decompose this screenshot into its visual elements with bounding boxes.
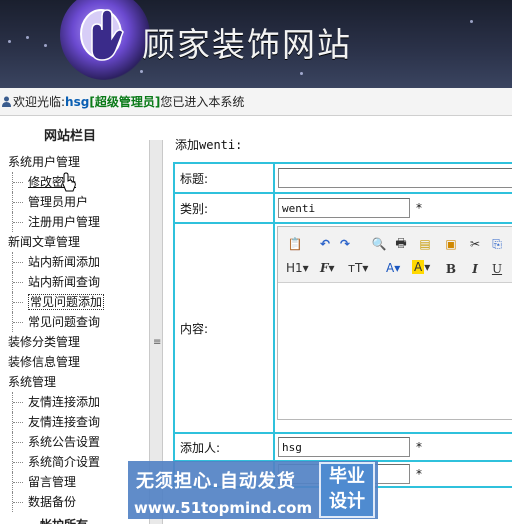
sidebar-footer-text: 帐护所有 <box>40 516 88 524</box>
cut-icon[interactable]: ✂ <box>466 235 484 253</box>
sidebar-item-messages[interactable]: 留言管理 <box>12 472 76 492</box>
mouse-pointer-icon <box>62 172 76 192</box>
tree-connector <box>12 452 26 472</box>
page-title: 添加wenti: <box>175 138 243 152</box>
font-color-dropdown[interactable]: A▾ <box>386 261 400 275</box>
title-label: 标题: <box>175 164 275 192</box>
bold-button[interactable]: B <box>442 260 460 278</box>
tree-connector <box>12 432 26 452</box>
category-label: 类别: <box>175 194 275 222</box>
site-banner: 顾家装饰网站 <box>0 0 512 88</box>
tree-connector <box>12 292 26 312</box>
watermark-url: www.51topmind.com <box>134 499 313 517</box>
tree-connector <box>12 312 26 332</box>
tree-connector <box>12 212 26 232</box>
splitter-grip-icon: ≡ <box>153 337 162 348</box>
required-mark: * <box>416 440 422 454</box>
welcome-prefix: 欢迎光临: <box>13 95 66 109</box>
rich-text-editor[interactable]: 📋 ↶ ↷ 🔍 🖶 ▤ ▣ ✂ ⎘ H1▾ F▾ тT▾ A▾ A ▾ B I … <box>277 226 512 420</box>
tree-connector <box>12 192 26 212</box>
sidebar-item-link-add[interactable]: 友情连接添加 <box>12 392 100 412</box>
welcome-suffix: 您已进入本系统 <box>160 95 245 109</box>
sidebar-group-news[interactable]: 新闻文章管理 <box>8 232 80 252</box>
sidebar-item-intro[interactable]: 系统简介设置 <box>12 452 100 472</box>
preview-icon[interactable]: 🔍 <box>370 235 388 253</box>
category-input[interactable]: wenti <box>278 198 410 218</box>
code-icon[interactable]: ▣ <box>442 235 460 253</box>
heading-dropdown[interactable]: H1▾ <box>286 261 309 275</box>
italic-button[interactable]: I <box>466 260 484 278</box>
welcome-bar: 欢迎光临: hsg [超级管理员] 您已进入本系统 <box>0 88 512 116</box>
content-label: 内容: <box>175 224 275 432</box>
sidebar-item-news-query[interactable]: 站内新闻查询 <box>12 272 100 292</box>
required-mark: * <box>416 467 422 481</box>
editor-body[interactable] <box>278 283 512 419</box>
adder-row: 添加人: hsg * <box>175 434 512 462</box>
tree-connector <box>12 492 26 512</box>
template-icon[interactable]: ▤ <box>416 235 434 253</box>
sidebar-group-decor-category[interactable]: 装修分类管理 <box>8 332 80 352</box>
adder-input[interactable]: hsg <box>278 437 410 457</box>
editor-toolbar: 📋 ↶ ↷ 🔍 🖶 ▤ ▣ ✂ ⎘ H1▾ F▾ тT▾ A▾ A ▾ B I … <box>278 227 512 283</box>
tree-connector <box>12 412 26 432</box>
tree-connector <box>12 172 26 192</box>
sidebar-heading: 网站栏目 <box>43 129 96 144</box>
highlight-color-dropdown[interactable]: A ▾ <box>412 260 430 274</box>
content-row: 内容: 📋 ↶ ↷ 🔍 🖶 ▤ ▣ ✂ ⎘ H1▾ F▾ тT▾ A▾ A ▾ … <box>175 224 512 434</box>
watermark-banner: 无须担心.自动发货 www.51topmind.com 毕业 设计 <box>128 461 378 519</box>
underline-button[interactable]: U <box>488 260 506 278</box>
tree-connector <box>12 272 26 292</box>
tree-connector <box>12 252 26 272</box>
mouse-hand-logo-icon <box>80 9 124 61</box>
required-mark: * <box>416 201 422 215</box>
user-icon <box>2 96 11 107</box>
source-icon[interactable]: 📋 <box>286 235 304 253</box>
sidebar-item-link-query[interactable]: 友情连接查询 <box>12 412 100 432</box>
sidebar-group-system[interactable]: 系统管理 <box>8 372 56 392</box>
sidebar-item-news-add[interactable]: 站内新闻添加 <box>12 252 100 272</box>
sidebar-item-admin-users[interactable]: 管理员用户 <box>12 192 88 212</box>
site-title: 顾家装饰网站 <box>142 25 352 64</box>
tree-connector <box>12 392 26 412</box>
print-icon[interactable]: 🖶 <box>392 235 410 253</box>
welcome-username: hsg <box>65 94 90 109</box>
sidebar-item-faq-query[interactable]: 常见问题查询 <box>12 312 100 332</box>
watermark-slogan: 无须担心.自动发货 <box>136 471 296 492</box>
add-faq-form: 标题: 类别: wenti * 内容: 📋 ↶ ↷ 🔍 🖶 ▤ ▣ ✂ ⎘ H1… <box>173 162 512 488</box>
adder-label: 添加人: <box>175 434 275 460</box>
sidebar-item-registered-users[interactable]: 注册用户管理 <box>12 212 100 232</box>
font-family-dropdown[interactable]: F▾ <box>320 261 335 275</box>
font-size-dropdown[interactable]: тT▾ <box>348 261 368 275</box>
copy-icon[interactable]: ⎘ <box>488 235 506 253</box>
tree-connector <box>12 472 26 492</box>
sidebar-group-user-management[interactable]: 系统用户管理 <box>8 152 80 172</box>
sidebar-item-faq-add[interactable]: 常见问题添加 <box>12 292 105 312</box>
category-row: 类别: wenti * <box>175 194 512 224</box>
welcome-role: [超级管理员] <box>89 95 161 109</box>
title-input[interactable] <box>278 168 512 188</box>
sidebar-item-announcement[interactable]: 系统公告设置 <box>12 432 100 452</box>
title-row: 标题: <box>175 164 512 194</box>
sidebar-group-decor-info[interactable]: 装修信息管理 <box>8 352 80 372</box>
watermark-seal: 毕业 设计 <box>319 462 375 518</box>
sidebar-item-backup[interactable]: 数据备份 <box>12 492 76 512</box>
undo-icon[interactable]: ↶ <box>316 235 334 253</box>
redo-icon[interactable]: ↷ <box>336 235 354 253</box>
